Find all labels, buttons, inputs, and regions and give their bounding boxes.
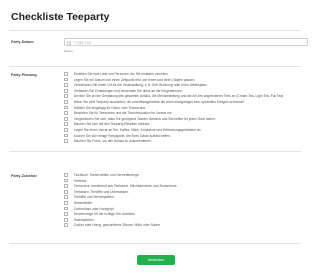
checkbox[interactable] <box>64 100 68 104</box>
checkbox[interactable] <box>64 139 68 143</box>
planning-checklist: Erstellen Sie eine Liste von Personen, d… <box>64 71 284 144</box>
supplies-item: Teeservice, bestehend aus Teekanne, Milc… <box>64 183 177 189</box>
supplies-item-label: Zuckerdose oder Honigtopf. <box>73 206 115 211</box>
checkbox[interactable] <box>64 72 68 76</box>
checkbox[interactable] <box>64 195 68 200</box>
checkbox[interactable] <box>64 184 68 189</box>
planning-item: Machen Sie Fotos, um den Anlass zu dokum… <box>64 138 284 144</box>
party-date-label: Party-Datum <box>11 39 34 44</box>
planning-item-label: Vergewissern Sie sich, dass Sie genügend… <box>73 116 216 121</box>
calendar-icon <box>67 41 71 45</box>
checkbox[interactable] <box>64 105 68 110</box>
supplies-item-label: Dessertteller. <box>73 200 94 205</box>
date-divider <box>9 66 301 67</box>
checkbox[interactable] <box>64 212 68 217</box>
title-divider <box>9 30 301 31</box>
party-date-placeholder: TT.MM.JJJJ <box>73 40 92 45</box>
checkbox[interactable] <box>64 111 68 116</box>
checkbox[interactable] <box>64 133 68 138</box>
checkbox[interactable] <box>64 122 68 127</box>
planning-item-label: Verfassen Sie Einladungen und versenden … <box>73 88 183 93</box>
party-date-input[interactable]: TT.MM.JJJJ <box>64 38 308 46</box>
checkbox[interactable] <box>64 173 68 177</box>
supplies-divider <box>9 243 301 244</box>
supplies-item-label: Teeteest. <box>73 178 88 183</box>
supplies-checklist: Tischtuch, Teeservietten und Serviettenr… <box>64 172 177 228</box>
checkbox[interactable] <box>64 217 68 222</box>
planning-item-label: Wählen Sie eingängig ihr Dekor oder Them… <box>73 105 146 110</box>
checkbox[interactable] <box>64 88 68 93</box>
submit-button[interactable]: Absenden <box>137 255 175 265</box>
supplies-item-label: Teeservice, bestehend aus Teekanne, Milc… <box>73 184 178 189</box>
planning-item-label: Beachten Sie für Teeservice und die Tisc… <box>73 111 173 116</box>
checkbox[interactable] <box>64 189 68 194</box>
supplies-item-label: Teelöffel und Servierplatten. <box>73 195 115 200</box>
checkbox[interactable] <box>64 128 68 132</box>
party-date-hint: Datum <box>64 48 73 53</box>
supplies-item-label: Salznäpfchen. <box>73 217 95 222</box>
planning-item-label: Denken Sie an die Gestaltung des gesamte… <box>73 94 285 99</box>
checkbox[interactable] <box>64 83 68 88</box>
planning-item-label: Machen Sie sich mit den Teeparty-Etikett… <box>73 122 151 127</box>
supplies-item: Zucker oder Honig, geschnittene Zitrone,… <box>64 223 177 229</box>
planning-divider <box>9 151 301 152</box>
checkbox[interactable] <box>64 201 68 205</box>
checkbox[interactable] <box>64 77 68 82</box>
checkbox[interactable] <box>64 206 68 211</box>
planning-item-label: Suchen Sie sich einige Partyspiele, die … <box>73 133 171 138</box>
checkbox[interactable] <box>64 116 68 121</box>
supplies-item-label: Servierzange für die richtige Tee-Anblic… <box>73 212 136 217</box>
planning-item-label: Wenn Sie eine Teeparty ausrichten, die z… <box>73 99 245 104</box>
checkbox[interactable] <box>64 223 68 228</box>
supplies-item-label: Teetassen, Teelöffel und Untertassen. <box>73 189 129 194</box>
checkbox[interactable] <box>64 94 68 99</box>
planning-item-label: Vereinbaren Sie einen Ort für die Verans… <box>73 83 208 88</box>
planning-item-label: Legen Sie ein Datum und einen Zeitpunkt … <box>73 77 196 82</box>
party-planning-label: Party-Planung <box>11 73 37 77</box>
planning-item-label: Machen Sie Fotos, um den Anlass zu dokum… <box>73 139 152 144</box>
planning-item-label: Legen Sie einen Vorrat an Tee, Kaffee, M… <box>73 127 202 132</box>
party-supplies-label: Party-Zubehör <box>11 174 37 178</box>
page-title: Checkliste Teeparty <box>11 11 110 23</box>
checkbox[interactable] <box>64 178 68 183</box>
planning-item: Denken Sie an die Gestaltung des gesamte… <box>64 94 284 100</box>
planning-item-label: Erstellen Sie eine Liste von Personen, d… <box>73 71 169 76</box>
supplies-item-label: Tischtuch, Teeservietten und Serviettenr… <box>73 172 140 177</box>
supplies-item-label: Zucker oder Honig, geschnittene Zitrone,… <box>73 223 162 228</box>
